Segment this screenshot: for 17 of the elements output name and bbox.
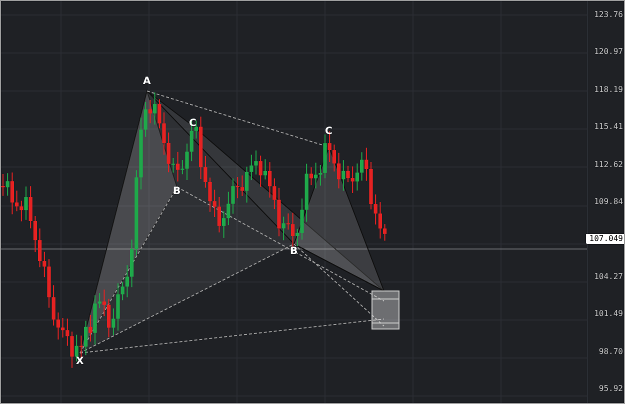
- price-tick-label: 98.70: [598, 346, 624, 357]
- price-tick-label: 101.49: [593, 309, 624, 320]
- pattern-point-label: C: [325, 127, 332, 137]
- target-zone-box: [372, 290, 400, 330]
- pattern-point-label: B: [290, 247, 298, 257]
- price-tick-label: 104.27: [593, 272, 624, 282]
- pattern-point-label: B: [173, 187, 181, 197]
- price-tick-label: 109.84: [593, 196, 624, 207]
- price-tick-label: 112.62: [593, 160, 624, 170]
- price-tick-label: 95.92: [598, 384, 624, 394]
- pattern-point-label: X: [76, 357, 84, 367]
- current-price-label: 107.049: [586, 234, 624, 244]
- price-tick-label: 118.19: [593, 84, 624, 95]
- price-tick-label: 123.76: [593, 10, 624, 20]
- price-tick-label: 115.41: [593, 122, 624, 132]
- pattern-point-label: A: [143, 77, 151, 87]
- price-tick-label: 120.97: [593, 47, 624, 58]
